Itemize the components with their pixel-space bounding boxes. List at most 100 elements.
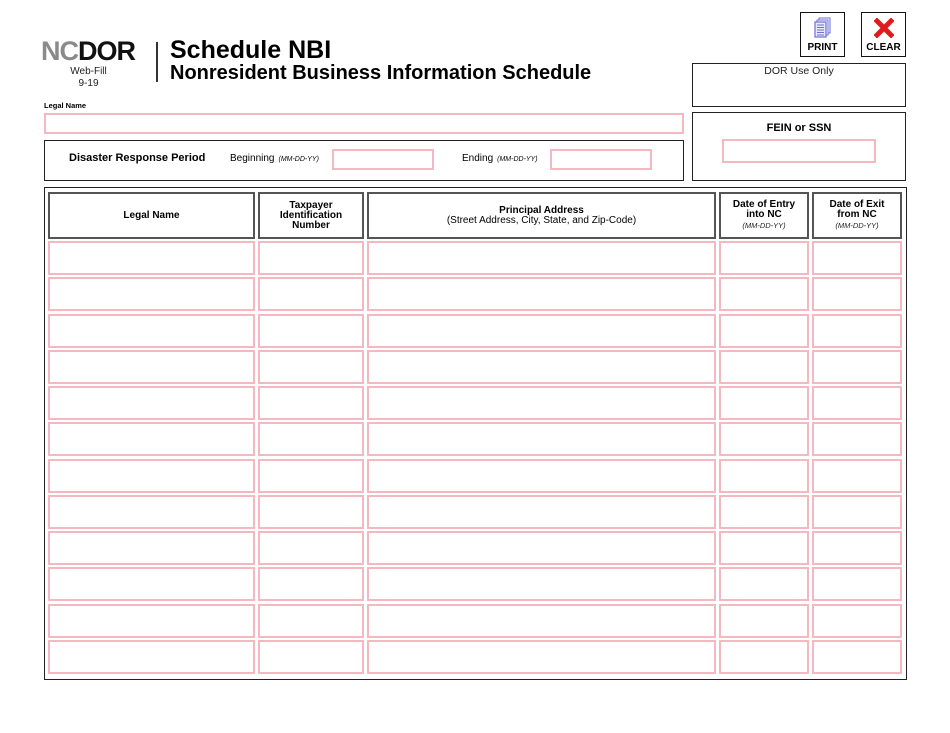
ending-date-input[interactable]: [550, 149, 652, 170]
cell-principal-address-input[interactable]: [367, 314, 716, 348]
cell-taxpayer-id-input[interactable]: [258, 422, 364, 456]
cell-taxpayer-id-input[interactable]: [258, 241, 364, 275]
legal-name-input[interactable]: [44, 113, 684, 134]
clear-x-icon: [874, 18, 894, 38]
cell-exit-date-input[interactable]: [812, 604, 902, 638]
cell-exit-date-input[interactable]: [812, 241, 902, 275]
ending-label: Ending (MM-DD-YY): [462, 153, 538, 164]
column-title: Date of Entry into NC: [732, 199, 796, 220]
ending-label-text: Ending: [462, 153, 494, 164]
logo-dor: DOR: [78, 36, 136, 66]
cell-entry-date-input[interactable]: [719, 350, 809, 384]
logo-nc: NC: [41, 36, 79, 66]
cell-exit-date-input[interactable]: [812, 567, 902, 601]
cell-taxpayer-id-input[interactable]: [258, 531, 364, 565]
cell-taxpayer-id-input[interactable]: [258, 495, 364, 529]
form-subtitle: Nonresident Business Information Schedul…: [170, 62, 592, 84]
cell-legal-name-input[interactable]: [48, 277, 255, 311]
beginning-label: Beginning (MM-DD-YY): [230, 153, 319, 164]
cell-legal-name-input[interactable]: [48, 459, 255, 493]
fein-input[interactable]: [722, 139, 876, 163]
ncdor-logo: NCDOR Web-Fill 9-19: [41, 36, 141, 90]
cell-principal-address-input[interactable]: [367, 531, 716, 565]
beginning-date-input[interactable]: [332, 149, 434, 170]
cell-entry-date-input[interactable]: [719, 567, 809, 601]
cell-taxpayer-id-input[interactable]: [258, 640, 364, 674]
cell-principal-address-input[interactable]: [367, 495, 716, 529]
cell-legal-name-input[interactable]: [48, 567, 255, 601]
cell-legal-name-input[interactable]: [48, 604, 255, 638]
column-format: (MM-DD-YY): [835, 221, 879, 230]
cell-entry-date-input[interactable]: [719, 241, 809, 275]
cell-legal-name-input[interactable]: [48, 314, 255, 348]
clear-button[interactable]: CLEAR: [861, 12, 906, 57]
cell-taxpayer-id-input[interactable]: [258, 459, 364, 493]
cell-taxpayer-id-input[interactable]: [258, 386, 364, 420]
legal-name-label: Legal Name: [44, 101, 87, 110]
cell-entry-date-input[interactable]: [719, 495, 809, 529]
cell-taxpayer-id-input[interactable]: [258, 350, 364, 384]
cell-exit-date-input[interactable]: [812, 495, 902, 529]
column-subtitle: (Street Address, City, State, and Zip-Co…: [446, 214, 637, 226]
cell-taxpayer-id-input[interactable]: [258, 567, 364, 601]
cell-exit-date-input[interactable]: [812, 640, 902, 674]
cell-principal-address-input[interactable]: [367, 386, 716, 420]
cell-legal-name-input[interactable]: [48, 495, 255, 529]
dor-use-only-label: DOR Use Only: [764, 65, 834, 77]
cell-principal-address-input[interactable]: [367, 640, 716, 674]
beginning-date-format: (MM-DD-YY): [278, 156, 319, 163]
cell-exit-date-input[interactable]: [812, 277, 902, 311]
cell-taxpayer-id-input[interactable]: [258, 604, 364, 638]
cell-taxpayer-id-input[interactable]: [258, 277, 364, 311]
cell-entry-date-input[interactable]: [719, 386, 809, 420]
cell-exit-date-input[interactable]: [812, 386, 902, 420]
print-label: PRINT: [807, 42, 838, 53]
column-title: Principal Address: [499, 204, 584, 216]
cell-legal-name-input[interactable]: [48, 386, 255, 420]
print-icon: [814, 17, 831, 38]
column-format: (MM-DD-YY): [742, 221, 786, 230]
column-title: Taxpayer Identification Number: [279, 199, 343, 231]
column-header-principal-address: Principal Address (Street Address, City,…: [367, 192, 716, 239]
cell-entry-date-input[interactable]: [719, 640, 809, 674]
cell-principal-address-input[interactable]: [367, 422, 716, 456]
ending-date-format: (MM-DD-YY): [497, 156, 538, 163]
cell-legal-name-input[interactable]: [48, 241, 255, 275]
cell-entry-date-input[interactable]: [719, 277, 809, 311]
dor-use-only-box: DOR Use Only: [692, 63, 906, 107]
form-title: Schedule NBI: [170, 36, 332, 64]
cell-principal-address-input[interactable]: [367, 604, 716, 638]
print-button[interactable]: PRINT: [800, 12, 845, 57]
logo-version: 9-19: [78, 78, 99, 89]
column-header-entry-date: Date of Entry into NC (MM-DD-YY): [719, 192, 809, 239]
cell-entry-date-input[interactable]: [719, 422, 809, 456]
column-header-legal-name: Legal Name: [48, 192, 255, 239]
cell-legal-name-input[interactable]: [48, 350, 255, 384]
clear-label: CLEAR: [866, 42, 901, 53]
cell-principal-address-input[interactable]: [367, 567, 716, 601]
disaster-response-period-title: Disaster Response Period: [69, 152, 206, 164]
cell-entry-date-input[interactable]: [719, 314, 809, 348]
cell-exit-date-input[interactable]: [812, 422, 902, 456]
column-title: Legal Name: [123, 209, 180, 221]
cell-principal-address-input[interactable]: [367, 350, 716, 384]
cell-entry-date-input[interactable]: [719, 531, 809, 565]
cell-legal-name-input[interactable]: [48, 640, 255, 674]
header-divider: [156, 42, 158, 82]
cell-taxpayer-id-input[interactable]: [258, 314, 364, 348]
cell-exit-date-input[interactable]: [812, 314, 902, 348]
cell-entry-date-input[interactable]: [719, 604, 809, 638]
column-header-taxpayer-id: Taxpayer Identification Number: [258, 192, 364, 239]
cell-principal-address-input[interactable]: [367, 241, 716, 275]
cell-exit-date-input[interactable]: [812, 350, 902, 384]
beginning-label-text: Beginning: [230, 153, 275, 164]
fein-label: FEIN or SSN: [766, 122, 832, 134]
cell-exit-date-input[interactable]: [812, 459, 902, 493]
cell-exit-date-input[interactable]: [812, 531, 902, 565]
cell-entry-date-input[interactable]: [719, 459, 809, 493]
cell-principal-address-input[interactable]: [367, 277, 716, 311]
cell-legal-name-input[interactable]: [48, 422, 255, 456]
cell-principal-address-input[interactable]: [367, 459, 716, 493]
column-title: Date of Exit from NC: [829, 199, 885, 220]
cell-legal-name-input[interactable]: [48, 531, 255, 565]
